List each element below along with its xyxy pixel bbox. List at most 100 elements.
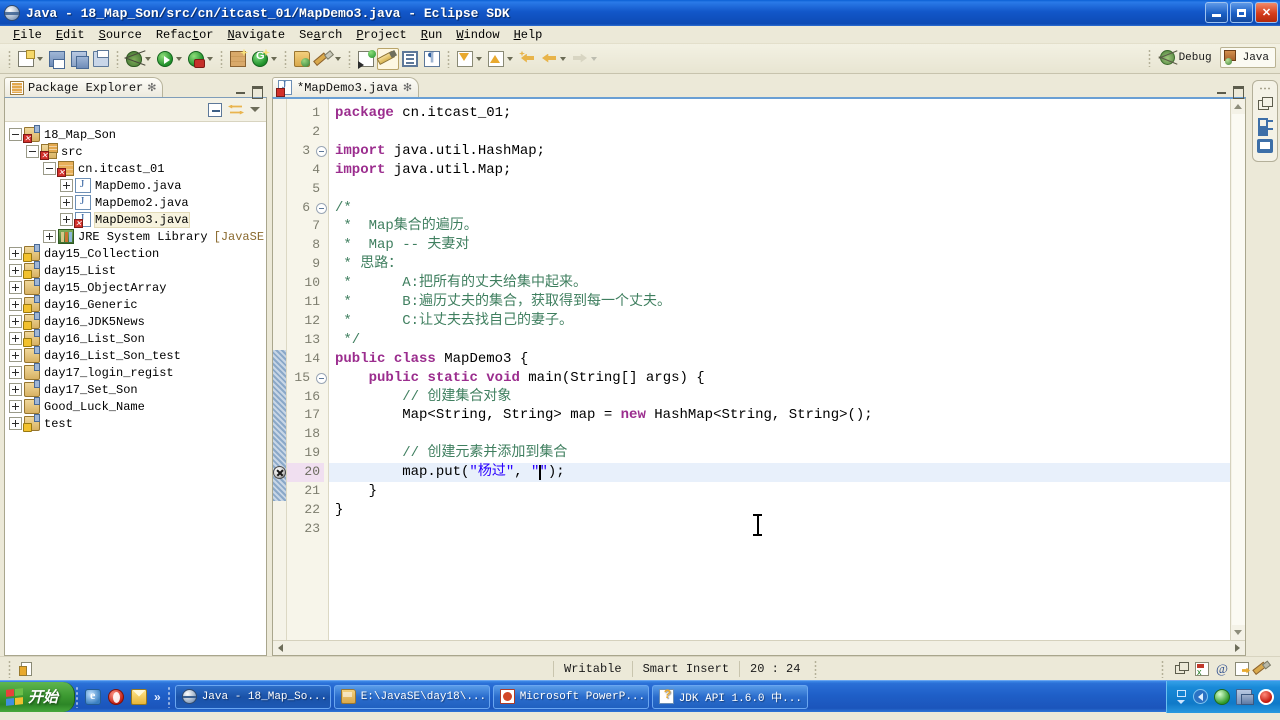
expand-icon[interactable] [9,400,22,413]
menu-source[interactable]: Source [92,27,149,43]
expand-icon[interactable] [9,264,22,277]
taskbar-button-2[interactable]: Microsoft PowerP... [492,684,649,709]
menu-window[interactable]: Window [449,27,506,43]
expand-icon[interactable] [9,417,22,430]
perspective-java[interactable]: Java [1219,47,1276,68]
expand-icon[interactable] [43,230,56,243]
tree-item-mapdemo3-java[interactable]: ✕ MapDemo3.java [5,211,266,228]
scroll-right-arrow[interactable] [1230,642,1245,655]
tree-item-good-luck-name[interactable]: Good_Luck_Name [5,397,266,415]
error-marker-icon[interactable] [273,466,286,480]
console-mini-icon[interactable] [1257,139,1273,153]
back-dropdown-icon[interactable] [560,56,566,61]
fold-collapse-icon[interactable] [316,372,327,384]
show-outline-button[interactable] [399,48,421,70]
expand-icon[interactable] [9,298,22,311]
vertical-scroll-track[interactable] [1231,114,1245,625]
restore-trim-icon[interactable] [1175,662,1190,675]
package-explorer-mini-icon[interactable] [1257,118,1273,132]
debug-button[interactable] [123,48,145,70]
tree-item-day16-list-son[interactable]: day16_List_Son [5,329,266,347]
collapse-icon[interactable] [9,128,22,141]
new-java-class-dropdown-icon[interactable] [271,56,277,61]
show-whitespace-button[interactable] [421,48,443,70]
tree-item-day16-list-son-test[interactable]: day16_List_Son_test [5,346,266,364]
restore-view-icon[interactable] [1258,97,1273,111]
expand-icon[interactable] [60,179,73,192]
toolbar-gripper-5[interactable] [348,49,351,68]
toolbar-gripper-2[interactable] [116,49,119,68]
tab-package-explorer[interactable]: Package Explorer ✻ [4,77,164,97]
expand-icon[interactable] [9,383,22,396]
sys-minimize-icon[interactable] [1175,689,1187,704]
at-icon[interactable]: @ [1216,662,1228,675]
expand-icon[interactable] [9,315,22,328]
menu-search[interactable]: Search [292,27,349,43]
toolbar-gripper-6[interactable] [447,49,450,68]
tree-item-day17-set-son[interactable]: day17_Set_Son [5,380,266,398]
toggle-java-editor-button[interactable] [377,47,399,70]
toolbar-gripper-3[interactable] [220,49,223,68]
tree-item-day15-collection[interactable]: day15_Collection [5,244,266,262]
view-menu-icon[interactable] [250,107,260,112]
editor-horizontal-scrollbar[interactable] [273,640,1245,655]
stop-icon[interactable] [1258,688,1274,705]
expand-icon[interactable] [9,281,22,294]
expand-icon[interactable] [60,196,73,209]
menu-navigate[interactable]: Navigate [220,27,292,43]
tree-item-src[interactable]: ✕ src [5,143,266,160]
new-wizard-dropdown-icon[interactable] [37,56,43,61]
tree-item-mapdemo2-java[interactable]: MapDemo2.java [5,194,266,211]
collapse-all-icon[interactable] [208,102,222,117]
close-icon[interactable]: ✻ [147,81,156,94]
perspective-gripper[interactable] [1147,48,1151,67]
toolbar-gripper[interactable] [8,49,11,68]
toolbar-gripper-4[interactable] [284,49,287,68]
save-button[interactable] [46,48,68,70]
tree-item-day17-login-regist[interactable]: day17_login_regist [5,363,266,381]
tree-item-day16-jdk5news[interactable]: day16_JDK5News [5,312,266,330]
mail-icon[interactable] [131,688,148,705]
run-button[interactable] [154,48,176,70]
scroll-left-arrow[interactable] [273,642,288,655]
back-button[interactable] [538,48,560,70]
previous-annotation-button[interactable] [485,48,507,70]
taskbar-button-1[interactable]: E:\JavaSE\day18\... [333,684,490,709]
tree-item-test[interactable]: test [5,414,266,432]
menu-help[interactable]: Help [507,27,550,43]
new-java-package-button[interactable] [227,48,249,70]
taskbar-button-0[interactable]: Java - 18_Map_So... [174,684,331,709]
fold-collapse-icon[interactable] [316,202,327,214]
tree-item-mapdemo-java[interactable]: MapDemo.java [5,177,266,194]
taskbar-button-3[interactable]: JDK API 1.6.0 中... [651,684,808,709]
external-tools-dropdown-icon[interactable] [335,56,341,61]
brush-trim-icon[interactable] [1256,662,1270,676]
previous-annotation-dropdown-icon[interactable] [507,56,513,61]
menu-file[interactable]: File [6,27,49,43]
perspective-debug[interactable]: Debug [1157,48,1218,67]
tree-item-day15-list[interactable]: day15_List [5,261,266,279]
fast-view-gripper[interactable] [1259,87,1271,90]
scroll-down-arrow[interactable] [1231,625,1246,640]
restore-button[interactable] [1230,2,1253,23]
forward-trim-icon[interactable] [1235,661,1249,676]
quick-launch-more-icon[interactable]: » [154,690,161,704]
run-dropdown-icon[interactable] [176,56,182,61]
collapse-icon[interactable] [43,162,56,175]
run-configuration-dropdown-icon[interactable] [207,56,213,61]
show-desktop-icon[interactable] [85,688,102,705]
status-gripper-3[interactable] [1161,659,1165,678]
start-button[interactable]: 开始 [0,681,76,712]
expand-icon[interactable] [9,247,22,260]
close-icon[interactable]: ✻ [403,81,412,94]
status-gripper[interactable] [8,659,11,678]
status-gripper-2[interactable] [814,659,818,678]
error-log-icon[interactable] [1195,661,1210,677]
next-annotation-dropdown-icon[interactable] [476,56,482,61]
show-hidden-icon[interactable] [1193,689,1208,704]
tab-mapdemo3[interactable]: *MapDemo3.java ✻ [272,77,420,97]
minimize-icon[interactable] [234,84,247,97]
network-icon[interactable] [1236,688,1254,705]
debug-dropdown-icon[interactable] [145,56,151,61]
menu-edit[interactable]: Edit [49,27,92,43]
